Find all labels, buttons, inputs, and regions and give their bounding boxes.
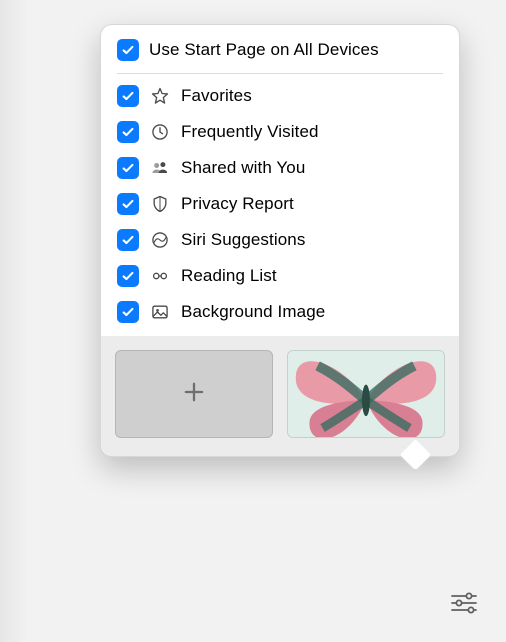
star-icon: [149, 85, 171, 107]
checkbox[interactable]: [117, 193, 139, 215]
option-siri-suggestions[interactable]: Siri Suggestions: [101, 222, 459, 258]
divider: [117, 73, 443, 74]
checkbox[interactable]: [117, 39, 139, 61]
customize-start-page-button[interactable]: [446, 588, 482, 618]
option-label: Favorites: [181, 86, 443, 106]
image-icon: [149, 301, 171, 323]
option-label: Privacy Report: [181, 194, 443, 214]
option-label: Background Image: [181, 302, 443, 322]
checkbox[interactable]: [117, 121, 139, 143]
background-preset-butterfly[interactable]: [287, 350, 445, 438]
start-page-settings-popover: Use Start Page on All Devices Favorites …: [100, 24, 460, 457]
option-favorites[interactable]: Favorites: [101, 78, 459, 114]
glasses-icon: [149, 265, 171, 287]
add-background-button[interactable]: [115, 350, 273, 438]
option-label: Use Start Page on All Devices: [149, 40, 443, 60]
people-icon: [149, 157, 171, 179]
option-label: Reading List: [181, 266, 443, 286]
plus-icon: [180, 378, 208, 411]
checkbox[interactable]: [117, 85, 139, 107]
checkbox[interactable]: [117, 157, 139, 179]
option-reading-list[interactable]: Reading List: [101, 258, 459, 294]
clock-icon: [149, 121, 171, 143]
shield-icon: [149, 193, 171, 215]
option-background-image[interactable]: Background Image: [101, 294, 459, 330]
background-thumbnails: [101, 336, 459, 456]
option-frequently-visited[interactable]: Frequently Visited: [101, 114, 459, 150]
checkbox[interactable]: [117, 301, 139, 323]
option-label: Shared with You: [181, 158, 443, 178]
option-label: Siri Suggestions: [181, 230, 443, 250]
siri-icon: [149, 229, 171, 251]
butterfly-art: [288, 351, 444, 438]
option-shared-with-you[interactable]: Shared with You: [101, 150, 459, 186]
option-privacy-report[interactable]: Privacy Report: [101, 186, 459, 222]
option-label: Frequently Visited: [181, 122, 443, 142]
option-sync-start-page[interactable]: Use Start Page on All Devices: [101, 31, 459, 73]
checkbox[interactable]: [117, 229, 139, 251]
checkbox[interactable]: [117, 265, 139, 287]
